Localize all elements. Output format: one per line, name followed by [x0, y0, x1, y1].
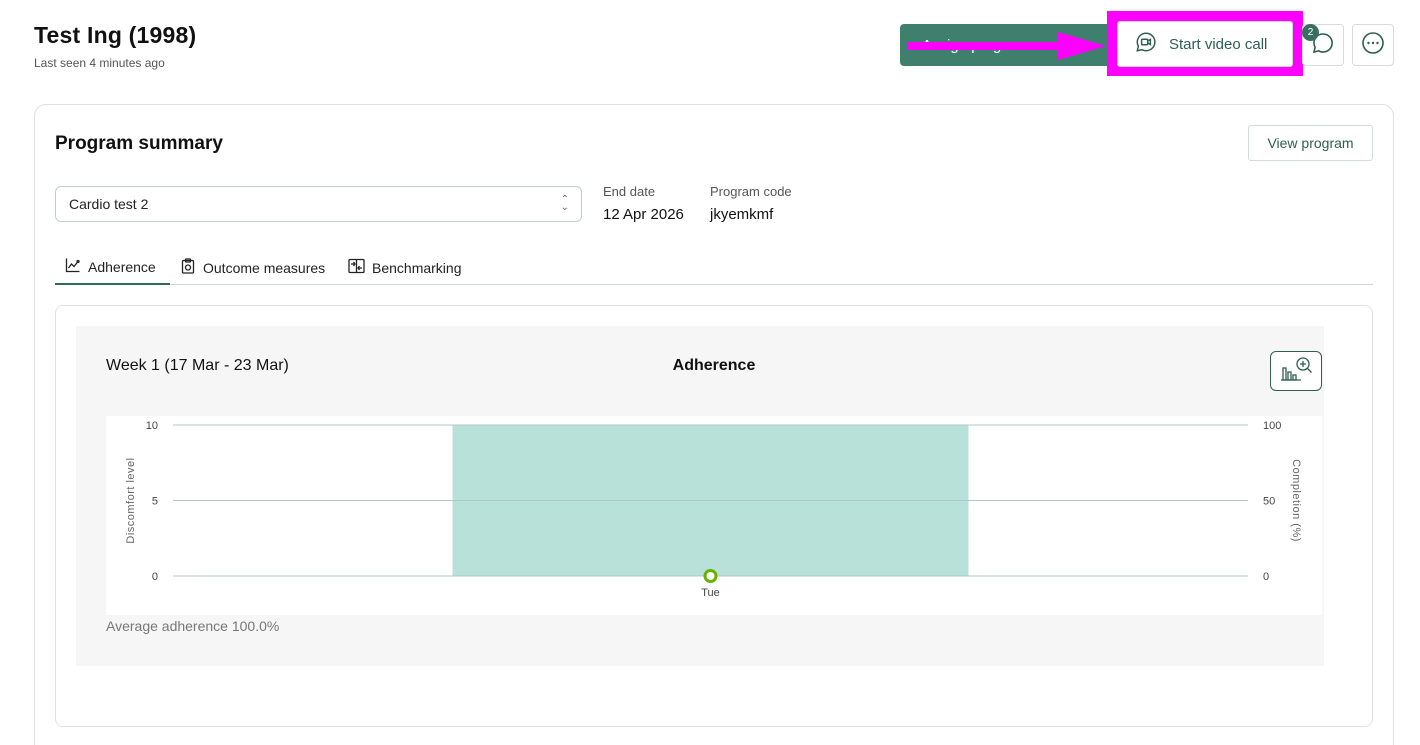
- last-seen-text: Last seen 4 minutes ago: [34, 56, 165, 70]
- chart-title: Adherence: [672, 357, 756, 374]
- chart-zoom-button[interactable]: [1270, 351, 1322, 391]
- program-select[interactable]: Cardio test 2 ⌃ ⌄: [55, 186, 582, 222]
- annotation-arrow: [908, 32, 1106, 60]
- program-code-value: jkyemkmf: [710, 206, 774, 223]
- program-summary-title: Program summary: [55, 133, 223, 154]
- right-tick-label: 50: [1263, 496, 1275, 508]
- start-video-call-label: Start video call: [1169, 35, 1268, 53]
- tab-benchmarking[interactable]: Benchmarking: [348, 250, 462, 285]
- left-tick-label: 10: [146, 420, 158, 432]
- left-tick-label: 5: [152, 496, 158, 508]
- right-tick-label: 100: [1263, 420, 1281, 432]
- end-date-value: 12 Apr 2026: [603, 206, 684, 223]
- clipboard-icon: [180, 258, 196, 277]
- video-chat-icon: [1135, 31, 1157, 57]
- tab-benchmarking-label: Benchmarking: [372, 259, 462, 276]
- right-axis-title: Completion (%): [1290, 459, 1302, 542]
- tab-outcome-measures-label: Outcome measures: [203, 259, 326, 276]
- selected-program: Cardio test 2: [69, 196, 149, 212]
- view-program-label: View program: [1267, 135, 1354, 151]
- chevron-up-down-icon: ⌃ ⌄: [560, 194, 569, 213]
- average-adherence-text: Average adherence 100.0%: [106, 618, 280, 634]
- patient-name: Test Ing (1998): [34, 22, 197, 48]
- week-label: Week 1 (17 Mar - 23 Mar): [106, 357, 289, 374]
- line-chart-icon: [65, 257, 81, 276]
- discomfort-point: [703, 569, 718, 583]
- tab-outcome-measures[interactable]: Outcome measures: [180, 250, 325, 285]
- unread-count-badge: 2: [1302, 24, 1319, 41]
- compare-icon: [348, 258, 365, 277]
- tab-adherence-label: Adherence: [88, 258, 156, 275]
- ellipsis-icon: [1361, 31, 1385, 60]
- right-tick-label: 0: [1263, 571, 1269, 583]
- start-video-call-button[interactable]: Start video call: [1117, 21, 1293, 67]
- left-tick-label: 0: [152, 571, 158, 583]
- x-tick-label: Tue: [701, 587, 720, 599]
- view-program-button[interactable]: View program: [1248, 125, 1373, 161]
- tab-adherence[interactable]: Adherence: [55, 250, 170, 285]
- left-axis-title: Discomfort level: [125, 457, 137, 543]
- adherence-chart: 0510050100Discomfort level Completion (%)…: [106, 416, 1322, 615]
- more-options-button[interactable]: [1352, 24, 1394, 66]
- program-code-label: Program code: [710, 184, 792, 199]
- end-date-label: End date: [603, 184, 656, 199]
- chart-zoom-icon: [1279, 356, 1313, 387]
- program-tabs: Adherence Outcome measures Benchmarking: [55, 250, 1373, 285]
